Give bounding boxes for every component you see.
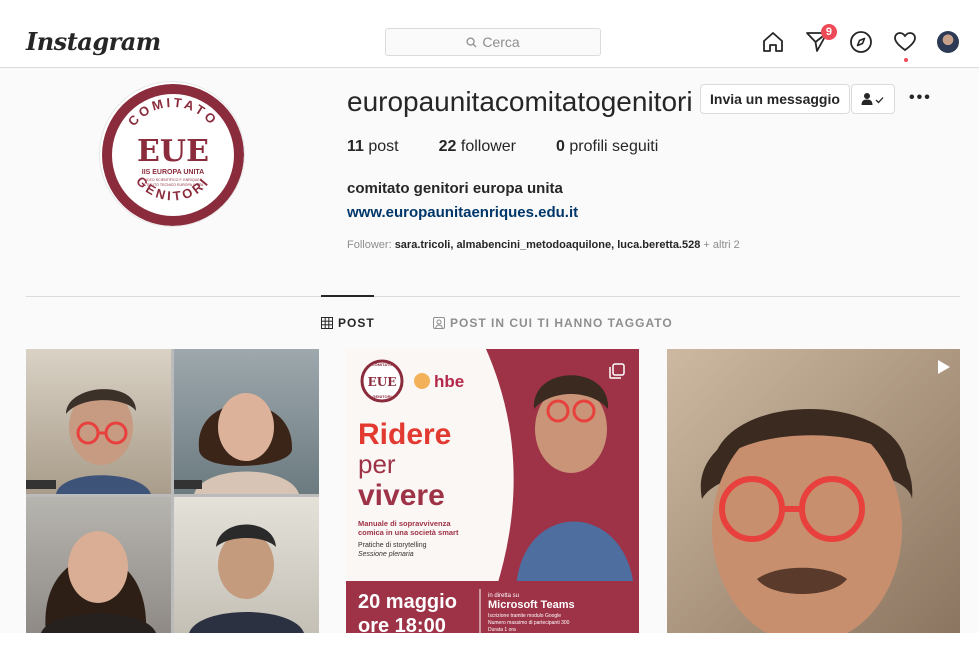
carousel-icon [609,363,625,379]
svg-text:COMITATO: COMITATO [372,362,393,367]
profile-avatar[interactable] [937,31,959,53]
event-poster: EUE COMITATO GENITORI hbe Ridere per viv… [346,349,639,633]
person-check-icon [861,93,884,105]
svg-text:Iscrizione tramite modulo Goog: Iscrizione tramite modulo Google [488,613,561,619]
grid-icon [321,317,333,329]
active-tab-indicator [321,295,374,297]
search-icon [466,36,477,48]
profile-website-link[interactable]: www.europaunitaenriques.edu.it [347,204,578,221]
page-bottom-area [0,633,979,652]
svg-text:ore 18:00: ore 18:00 [358,615,446,633]
profile-full-name: comitato genitori europa unita [347,180,563,197]
post-thumbnail-3[interactable] [667,349,960,633]
profile-picture[interactable]: COMITATO GENITORI EUE IIS EUROPA UNITA L… [99,81,245,227]
search-input[interactable]: Cerca [385,28,601,56]
svg-text:Manuale di sopravvivenza: Manuale di sopravvivenza [358,519,451,528]
send-message-button[interactable]: Invia un messaggio [700,84,850,114]
video-post-image [667,349,960,633]
profile-stats: 11 post 22 follower 0 profili seguiti [347,138,698,156]
explore-compass-icon[interactable] [849,30,873,54]
stat-followers[interactable]: 22 follower [439,138,516,156]
tabs-divider [26,296,960,297]
svg-text:Sessione plenaria: Sessione plenaria [358,551,414,558]
svg-text:ISTITUTO TECNICO EUROPA UNITA: ISTITUTO TECNICO EUROPA UNITA [143,183,204,187]
tab-tagged[interactable]: POST IN CUI TI HANNO TAGGATO [433,316,673,330]
svg-text:Ridere: Ridere [358,418,451,451]
tab-posts[interactable]: POST [321,316,375,330]
svg-text:LICEO SCIENTIFICO F. ENRIQUES: LICEO SCIENTIFICO F. ENRIQUES [144,178,203,182]
tag-icon [433,317,445,329]
options-more-icon[interactable]: ••• [909,89,932,107]
svg-text:vivere: vivere [358,479,445,512]
svg-text:Pratiche di storytelling: Pratiche di storytelling [358,542,427,549]
nav-icons: 9 [761,24,959,62]
comitato-genitori-logo: COMITATO GENITORI EUE IIS EUROPA UNITA L… [102,84,244,226]
svg-text:comica in una società smart: comica in una società smart [358,528,459,537]
stat-posts: 11 post [347,138,399,155]
top-navigation-bar: Instagram Cerca 9 [0,0,979,68]
svg-text:EUE: EUE [137,134,209,169]
notification-dot [904,58,908,62]
direct-messages-icon[interactable]: 9 [805,24,837,54]
video-play-icon [938,360,950,374]
svg-text:IIS EUROPA UNITA: IIS EUROPA UNITA [142,169,204,176]
activity-heart-icon[interactable] [893,30,917,62]
svg-text:per: per [358,449,396,479]
instagram-logo[interactable]: Instagram [26,27,161,56]
svg-text:Microsoft Teams: Microsoft Teams [488,599,575,611]
messages-badge: 9 [820,24,837,40]
video-call-tile [26,349,171,494]
svg-text:GENITORI: GENITORI [372,394,391,399]
svg-text:20 maggio: 20 maggio [358,591,457,613]
followed-by-text[interactable]: Follower: sara.tricoli, almabencini_meto… [347,239,740,251]
post-thumbnail-2[interactable]: EUE COMITATO GENITORI hbe Ridere per viv… [346,349,639,633]
svg-text:hbe: hbe [434,372,464,391]
video-call-tile [174,497,319,633]
video-call-tile [26,497,171,633]
video-call-tile [174,349,319,494]
stat-following[interactable]: 0 profili seguiti [556,138,658,156]
profile-username: europaunitacomitatogenitori [347,86,693,117]
home-icon[interactable] [761,30,785,54]
following-button[interactable] [851,84,895,114]
svg-text:Numero massimo di partecipanti: Numero massimo di partecipanti 300 [488,620,570,626]
search-placeholder: Cerca [482,34,520,50]
post-thumbnail-1[interactable] [26,349,319,633]
poster-logo-mark: EUE [368,375,397,389]
